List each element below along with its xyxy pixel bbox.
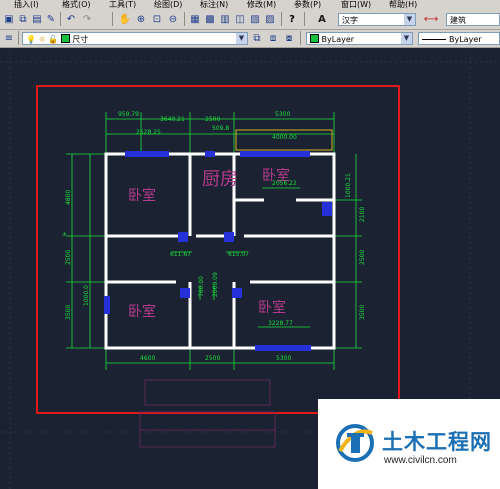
lock-icon: 🔓 [48,35,59,44]
linetype-preview [422,39,446,40]
menu-bar: 插入(I) 格式(O) 工具(T) 绘图(D) 标注(N) 修改(M) 参数(P… [0,0,500,9]
match-properties-icon[interactable]: ✎ [44,12,58,26]
watermark-url: www.civilcn.com [384,455,457,466]
layer-name: 尺寸 [72,35,89,44]
viewport-frame [36,85,400,414]
dim-text: 2500 [65,250,72,265]
menu-format[interactable]: 格式(O) [62,0,91,9]
zoom-previous-icon[interactable]: ⊖ [166,12,180,26]
properties-icon[interactable]: ▦ [188,12,202,26]
room-label: 卧室 [128,303,156,320]
tool-palettes-icon[interactable]: ▥ [218,12,232,26]
design-center-icon[interactable]: ▩ [203,12,217,26]
watermark-title: 土木工程网 [382,430,492,454]
dim-text: 4800 [65,190,72,205]
dim-text: 2056.22 [272,180,297,187]
menu-insert[interactable]: 插入(I) [14,0,39,9]
chevron-down-icon: ▼ [236,33,247,44]
dim-text: 3500 [359,305,366,320]
menu-modify[interactable]: 修改(M) [247,0,276,9]
dim-text: 1000.21 [345,173,352,198]
layer-manager-icon[interactable]: ≡ [2,31,16,45]
dim-text: 4600 [140,355,155,362]
dim-style-icon: ⟷ [423,13,439,25]
sun-icon: ☼ [38,35,46,44]
room-label: 卧室 [128,187,156,204]
menu-tools[interactable]: 工具(T) [109,0,136,9]
menu-dimension[interactable]: 标注(N) [200,0,228,9]
menu-params[interactable]: 参数(P) [294,0,321,9]
layer-states-icon[interactable]: ⧇ [282,31,296,45]
dim-style-select[interactable]: 建筑 [446,13,500,26]
lightbulb-icon: 💡 [26,35,36,44]
pan-icon[interactable]: ✋ [118,12,132,26]
watermark-logo-icon [336,424,374,462]
menu-draw[interactable]: 绘图(D) [154,0,182,9]
toolbar-separator [60,12,61,26]
zoom-realtime-icon[interactable]: ⊕ [134,12,148,26]
paste-icon[interactable]: ▤ [30,12,44,26]
dim-text: 2528.25 [136,129,161,136]
toolbar-separator [18,31,19,45]
text-style-select[interactable]: 汉字 ▼ [338,13,416,26]
sheet-set-icon[interactable]: ◫ [233,12,247,26]
menu-window[interactable]: 窗口(W) [341,0,371,9]
dim-text: 2500 [359,250,366,265]
color-swatch [310,34,319,43]
redo-icon[interactable]: ↷ [80,12,94,26]
standard-toolbar: ▣ ⧉ ▤ ✎ ↶ ↷ ✋ ⊕ ⊡ ⊖ ▦ ▩ ▥ ◫ ▧ ▨ ? A 汉字 ▼ … [0,9,500,30]
chevron-down-icon: ▼ [404,14,415,25]
room-label: 卧室 [258,299,286,316]
toolbar-separator [112,12,113,26]
linetype-value: ByLayer [449,35,482,44]
dim-text: 5300 [276,355,291,362]
calculator-icon[interactable]: ▨ [263,12,277,26]
toolbar-separator [184,12,185,26]
dim-text: 959.79 [118,111,139,118]
toolbar-separator [300,31,301,45]
chevron-down-icon: ▼ [401,33,412,44]
dim-text: 2500 [205,116,220,123]
dim-text: 2069.09 [212,272,219,297]
dim-text: 615.07 [228,251,249,258]
dim-text: 611.67 [170,251,191,258]
dim-text: 760.00 [198,276,205,297]
zoom-window-icon[interactable]: ⊡ [150,12,164,26]
room-labels: 卧室 厨房 卧室 卧室 卧室 [128,167,290,320]
layer-select[interactable]: 💡 ☼ 🔓 尺寸 ▼ [22,32,248,45]
dim-text: 2100 [359,207,366,222]
save-icon[interactable]: ▣ [2,12,16,26]
menu-help[interactable]: 帮助(H) [389,0,417,9]
linetype-control-select[interactable]: ByLayer [418,32,500,45]
dim-text: ± [62,231,67,238]
dim-text: 5300 [275,111,290,118]
copy-icon[interactable]: ⧉ [16,12,30,26]
layer-color-swatch [60,34,70,43]
dim-text: 3228.77 [268,320,293,327]
toolbar-separator [281,12,282,26]
help-icon[interactable]: ? [285,12,299,26]
markup-icon[interactable]: ▧ [248,12,262,26]
dim-text: 3640.21 [160,116,185,123]
make-current-layer-icon[interactable]: ⧉ [250,31,264,45]
text-style-icon: A [318,13,326,25]
toolbar-separator [304,12,305,26]
dimension-lines [66,112,362,370]
dim-text: 2500 [205,355,220,362]
color-value: ByLayer [321,35,355,44]
dim-style-value: 建筑 [450,16,466,25]
dim-text: 1000.0 [83,285,90,306]
layers-toolbar: ≡ 💡 ☼ 🔓 尺寸 ▼ ⧉ ⧈ ⧇ ByLayer ▼ ByLayer [0,30,500,48]
color-control-select[interactable]: ByLayer ▼ [306,32,413,45]
room-label: 厨房 [202,169,238,190]
watermark: 土木工程网 www.civilcn.com [318,399,500,489]
dim-text: 4000.00 [272,134,297,141]
dim-text: 3500 [65,305,72,320]
layer-previous-icon[interactable]: ⧈ [266,31,280,45]
dim-text: 509.8 [212,125,229,132]
undo-icon[interactable]: ↶ [64,12,78,26]
text-style-value: 汉字 [342,16,358,25]
